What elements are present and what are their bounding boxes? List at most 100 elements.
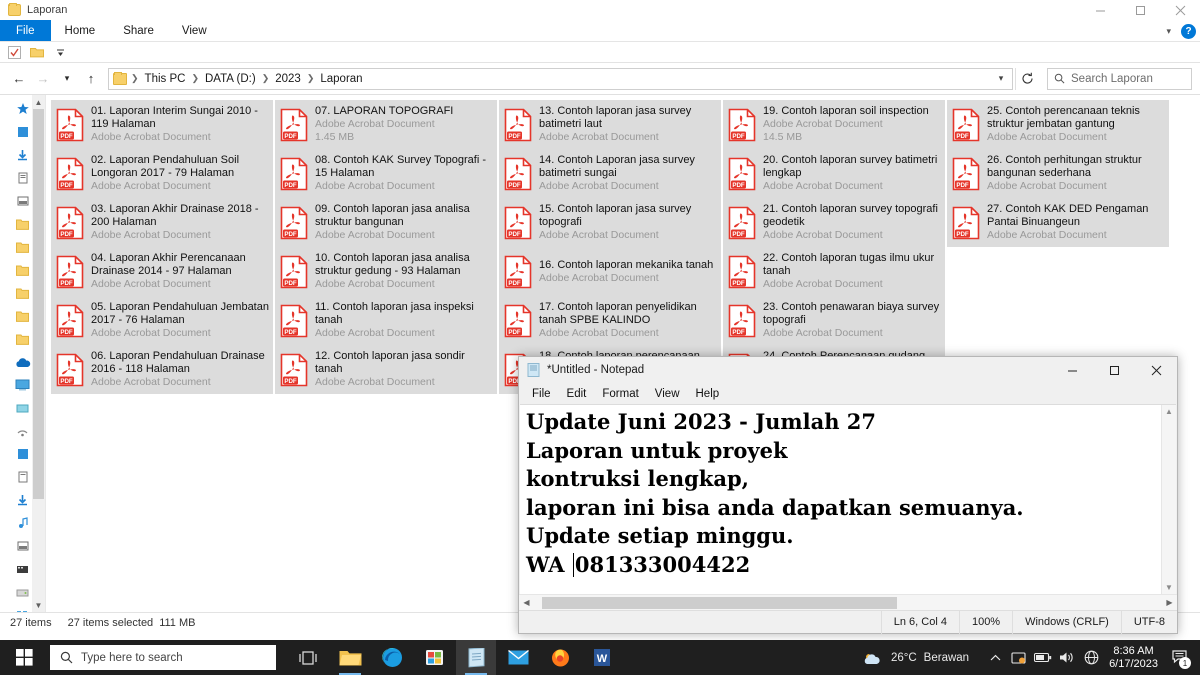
onedrive-icon[interactable] [14, 354, 32, 370]
start-button[interactable] [0, 640, 48, 675]
scroll-left-icon[interactable]: ◀ [519, 598, 534, 607]
file-item[interactable]: PDF 14. Contoh Laporan jasa survey batime… [499, 149, 721, 198]
up-button[interactable]: ↑ [80, 68, 102, 90]
scrollbar-track[interactable] [534, 595, 1162, 610]
notepad-titlebar[interactable]: *Untitled - Notepad [519, 357, 1177, 383]
new-folder-icon[interactable] [30, 45, 44, 59]
volume-icon[interactable] [1055, 640, 1079, 675]
menu-format[interactable]: Format [594, 387, 646, 401]
tab-home[interactable]: Home [51, 20, 110, 41]
customize-dropdown-icon[interactable] [53, 45, 67, 59]
scroll-up-icon[interactable]: ▲ [35, 95, 43, 109]
file-item[interactable]: PDF 22. Contoh laporan tugas ilmu ukur ta… [723, 247, 945, 296]
network-locations-icon[interactable] [14, 607, 32, 612]
taskbar-firefox-icon[interactable] [540, 640, 580, 675]
file-item[interactable]: PDF 25. Contoh perencanaan teknis struktu… [947, 100, 1169, 149]
downloads-icon[interactable] [14, 492, 32, 508]
notepad-edit-area[interactable]: Update Juni 2023 - Jumlah 27 Laporan unt… [520, 404, 1176, 594]
taskbar-file-explorer-icon[interactable] [330, 640, 370, 675]
close-button[interactable] [1135, 357, 1177, 383]
tab-share[interactable]: Share [109, 20, 168, 41]
task-view-icon[interactable] [288, 640, 328, 675]
menu-view[interactable]: View [647, 387, 688, 401]
scrollbar-thumb[interactable] [33, 109, 44, 499]
documents-icon[interactable] [14, 469, 32, 485]
downloads-icon[interactable] [14, 147, 32, 163]
taskbar-word-icon[interactable]: W [582, 640, 622, 675]
music-icon[interactable] [14, 515, 32, 531]
show-hidden-icons-chevron[interactable] [983, 640, 1007, 675]
folder-icon[interactable] [14, 285, 32, 301]
desktop-icon[interactable] [14, 446, 32, 462]
taskbar-search-input[interactable]: Type here to search [81, 652, 183, 664]
maximize-button[interactable] [1093, 357, 1135, 383]
breadcrumb-item-data-d[interactable]: DATA (D:) [200, 73, 261, 85]
folder-icon[interactable] [14, 308, 32, 324]
minimize-button[interactable] [1051, 357, 1093, 383]
menu-help[interactable]: Help [688, 387, 728, 401]
maximize-button[interactable] [1120, 0, 1160, 20]
scroll-right-icon[interactable]: ▶ [1162, 598, 1177, 607]
scroll-up-icon[interactable]: ▲ [1165, 405, 1173, 418]
taskbar-clock[interactable]: 8:36 AM 6/17/2023 [1103, 645, 1166, 671]
file-item[interactable]: PDF 12. Contoh laporan jasa sondir tanah A… [275, 345, 497, 394]
file-item[interactable]: PDF 20. Contoh laporan survey batimetri l… [723, 149, 945, 198]
status-zoom[interactable]: 100% [958, 610, 1012, 634]
file-item[interactable]: PDF 07. LAPORAN TOPOGRAFI Adobe Acrobat Do… [275, 100, 497, 149]
file-item[interactable]: PDF 10. Contoh laporan jasa analisa struk… [275, 247, 497, 296]
file-item[interactable]: PDF 17. Contoh laporan penyelidikan tanah… [499, 296, 721, 345]
file-item[interactable]: PDF 08. Contoh KAK Survey Topografi - 15 … [275, 149, 497, 198]
navigation-pane[interactable]: ▲ ▼ [0, 95, 46, 612]
breadcrumb-item-2023[interactable]: 2023 [270, 73, 306, 85]
properties-icon[interactable] [7, 45, 21, 59]
folder-icon[interactable] [14, 262, 32, 278]
folder-icon[interactable] [14, 239, 32, 255]
search-box[interactable]: Search Laporan [1047, 67, 1192, 90]
file-item[interactable]: PDF 03. Laporan Akhir Drainase 2018 - 200… [51, 198, 273, 247]
minimize-button[interactable] [1080, 0, 1120, 20]
desktop-icon[interactable] [14, 124, 32, 140]
notepad-textarea[interactable]: Update Juni 2023 - Jumlah 27 Laporan unt… [520, 405, 1161, 594]
breadcrumb-item-this-pc[interactable]: This PC [140, 73, 191, 85]
file-item[interactable]: PDF 27. Contoh KAK DED Pengaman Pantai Bi… [947, 198, 1169, 247]
file-item[interactable]: PDF 09. Contoh laporan jasa analisa struk… [275, 198, 497, 247]
taskbar-microsoft-store-icon[interactable] [414, 640, 454, 675]
recent-locations-button[interactable]: ▾ [56, 68, 78, 90]
scroll-down-icon[interactable]: ▼ [1165, 581, 1173, 594]
search-input[interactable]: Search Laporan [1071, 73, 1153, 85]
videos-icon[interactable] [14, 561, 32, 577]
file-item[interactable]: PDF 19. Contoh laporan soil inspection Ado… [723, 100, 945, 149]
close-button[interactable] [1160, 0, 1200, 20]
file-item[interactable]: PDF 01. Laporan Interim Sungai 2010 - 119… [51, 100, 273, 149]
refresh-button[interactable] [1015, 67, 1039, 90]
breadcrumb-item-laporan[interactable]: Laporan [315, 73, 367, 85]
local-disk-icon[interactable] [14, 584, 32, 600]
quick-access-icon[interactable] [14, 101, 32, 117]
back-button[interactable]: ← [8, 68, 30, 90]
pictures-icon[interactable] [14, 538, 32, 554]
navigation-pane-scrollbar[interactable]: ▲ ▼ [32, 95, 45, 612]
tab-view[interactable]: View [168, 20, 221, 41]
taskbar-notepad-icon[interactable] [456, 640, 496, 675]
file-item[interactable]: PDF 04. Laporan Akhir Perencanaan Drainas… [51, 247, 273, 296]
file-item[interactable]: PDF 02. Laporan Pendahuluan Soil Longoran… [51, 149, 273, 198]
folder-icon[interactable] [14, 216, 32, 232]
pictures-icon[interactable] [14, 193, 32, 209]
file-item[interactable]: PDF 11. Contoh laporan jasa inspeksi tana… [275, 296, 497, 345]
menu-edit[interactable]: Edit [559, 387, 595, 401]
address-dropdown-icon[interactable]: ▾ [992, 73, 1010, 84]
menu-file[interactable]: File [524, 387, 559, 401]
file-item[interactable]: PDF 06. Laporan Pendahuluan Drainase 2016… [51, 345, 273, 394]
file-item[interactable]: PDF 15. Contoh laporan jasa survey topogr… [499, 198, 721, 247]
network-icon[interactable] [14, 423, 32, 439]
breadcrumb-bar[interactable]: ❯ This PC ❯ DATA (D:) ❯ 2023 ❯ Laporan ▾ [108, 67, 1013, 90]
network-drive-icon[interactable] [14, 400, 32, 416]
file-item[interactable]: PDF 13. Contoh laporan jasa survey batime… [499, 100, 721, 149]
taskbar-search-box[interactable]: Type here to search [50, 645, 276, 670]
forward-button[interactable]: → [32, 68, 54, 90]
documents-icon[interactable] [14, 170, 32, 186]
notepad-horizontal-scrollbar[interactable]: ◀ ▶ [519, 594, 1177, 610]
help-icon[interactable]: ? [1181, 23, 1196, 39]
tab-file[interactable]: File [0, 20, 51, 41]
network-icon[interactable] [1079, 640, 1103, 675]
